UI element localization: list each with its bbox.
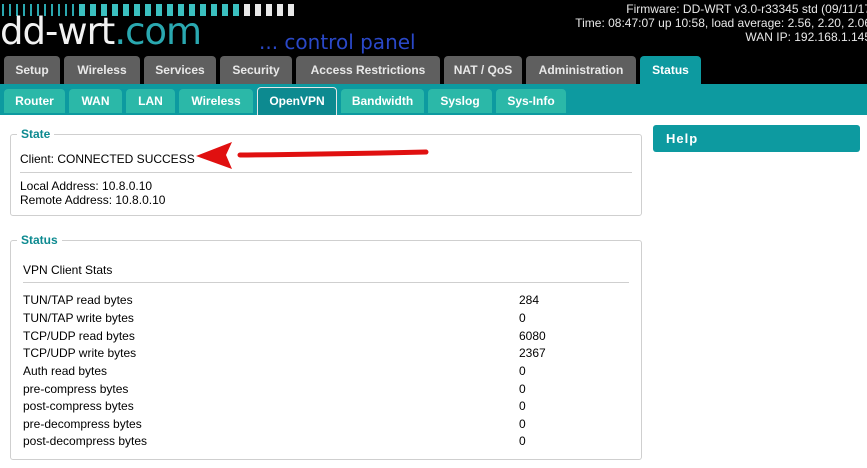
subtab-wan[interactable]: WAN (69, 89, 122, 113)
tab-security[interactable]: Security (220, 56, 292, 84)
logo-bar (266, 4, 272, 16)
stat-value: 0 (519, 382, 526, 396)
state-legend: State (17, 127, 55, 141)
subtab-syslog[interactable]: Syslog (428, 89, 492, 113)
stat-label: TCP/UDP write bytes (23, 346, 137, 360)
stat-label: Auth read bytes (23, 364, 108, 378)
logo-com-text: .com (114, 10, 202, 53)
stat-value: 0 (519, 417, 526, 431)
logo-bar (222, 4, 228, 16)
subtab-lan[interactable]: LAN (126, 89, 175, 113)
subtab-wireless[interactable]: Wireless (179, 89, 253, 113)
subtab-router[interactable]: Router (4, 89, 65, 113)
tab-setup[interactable]: Setup (4, 56, 60, 84)
tab-wireless[interactable]: Wireless (64, 56, 140, 84)
logo-bar (233, 4, 239, 16)
stat-label: TUN/TAP write bytes (23, 311, 134, 325)
stat-label: pre-compress bytes (23, 382, 129, 396)
time-text: Time: 08:47:07 up 10:58, load average: 2… (575, 16, 867, 30)
logo-subtitle: ... control panel (259, 30, 416, 54)
main-tabs: Setup Wireless Services Security Access … (0, 56, 867, 84)
stat-value: 284 (519, 293, 540, 307)
tab-administration[interactable]: Administration (526, 56, 636, 84)
stat-value: 0 (519, 311, 526, 325)
tab-access-restrictions[interactable]: Access Restrictions (296, 56, 440, 84)
help-panel-header[interactable]: Help (653, 125, 860, 152)
subtab-openvpn[interactable]: OpenVPN (257, 87, 337, 115)
stat-label: TCP/UDP read bytes (23, 329, 135, 343)
status-fieldset: Status VPN Client Stats TUN/TAP read byt… (10, 233, 642, 460)
stat-label: post-compress bytes (23, 399, 134, 413)
subtab-bandwidth[interactable]: Bandwidth (341, 89, 424, 113)
local-address: Local Address: 10.8.0.10 (20, 179, 153, 193)
tab-nat-qos[interactable]: NAT / QoS (444, 56, 522, 84)
logo-bar (288, 4, 294, 16)
router-info: Firmware: DD-WRT v3.0-r33345 std (09/11/… (575, 2, 867, 44)
stat-value: 2367 (519, 346, 546, 360)
divider (23, 282, 629, 283)
stat-value: 0 (519, 399, 526, 413)
logo-main-text: dd-wrt (0, 10, 115, 53)
annotation-arrow-icon (196, 142, 429, 169)
stat-value: 0 (519, 434, 526, 448)
sub-tabs: Router WAN LAN Wireless OpenVPN Bandwidt… (0, 84, 867, 115)
stat-label: post-decompress bytes (23, 434, 148, 448)
firmware-text: Firmware: DD-WRT v3.0-r33345 std (09/11/… (626, 2, 867, 16)
logo-bar (277, 4, 283, 16)
logo-bar (244, 4, 250, 16)
tab-status[interactable]: Status (640, 56, 701, 84)
wan-ip-text: WAN IP: 192.168.1.145 (745, 30, 867, 44)
stat-value: 0 (519, 364, 526, 378)
vpn-client-stats-heading: VPN Client Stats (23, 263, 113, 277)
stat-value: 6080 (519, 329, 546, 343)
status-legend: Status (17, 233, 62, 247)
stat-label: TUN/TAP read bytes (23, 293, 133, 307)
logo-bar (211, 4, 217, 16)
logo-bar (255, 4, 261, 16)
tab-services[interactable]: Services (144, 56, 216, 84)
client-status: Client: CONNECTED SUCCESS (20, 152, 195, 166)
logo: dd-wrt.com (0, 8, 202, 56)
subtab-sys-info[interactable]: Sys-Info (496, 89, 566, 113)
remote-address: Remote Address: 10.8.0.10 (20, 193, 166, 207)
stat-label: pre-decompress bytes (23, 417, 142, 431)
